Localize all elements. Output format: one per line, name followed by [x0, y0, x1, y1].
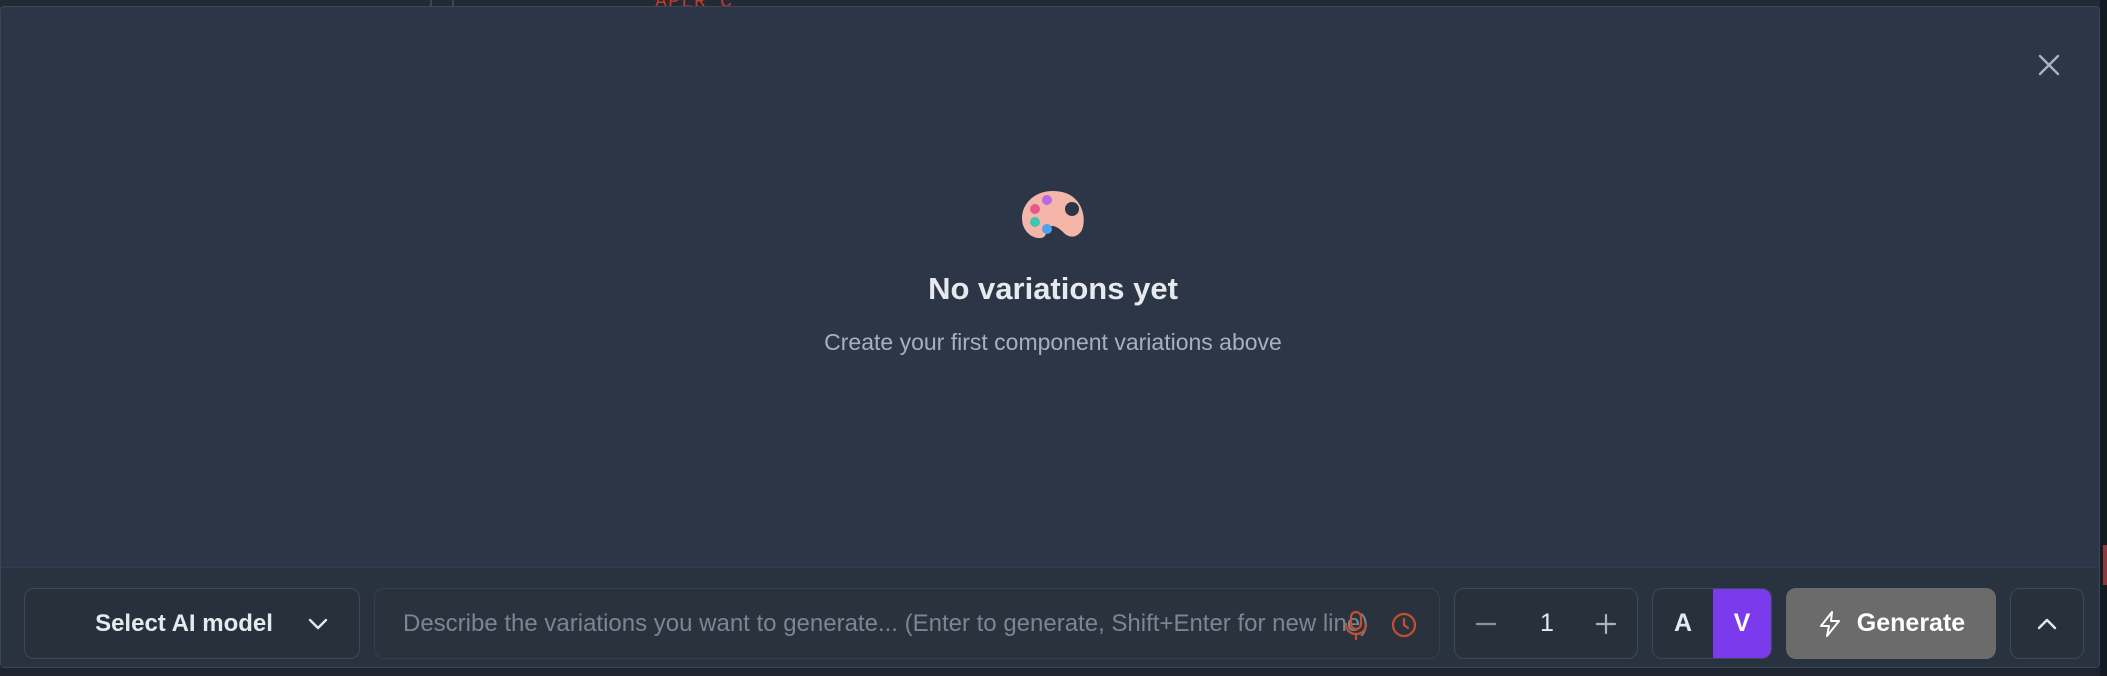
variation-count-stepper: 1: [1454, 588, 1638, 659]
variations-panel: No variations yet Create your first comp…: [0, 6, 2100, 668]
mode-v-button[interactable]: V: [1712, 589, 1771, 658]
generate-button-label: Generate: [1856, 609, 1966, 637]
empty-state: No variations yet Create your first comp…: [753, 187, 1353, 356]
generation-toolbar: Select AI model Describe the variations …: [1, 567, 2099, 667]
microphone-button[interactable]: [1341, 609, 1371, 641]
rail-marker: [2103, 545, 2107, 585]
prompt-container: [374, 588, 1440, 659]
ai-model-select-label: Select AI model: [95, 609, 273, 637]
variation-count-value: 1: [1540, 609, 1554, 637]
history-button[interactable]: [1389, 609, 1419, 641]
right-scroll-rail: [2100, 0, 2107, 676]
close-icon: [2038, 54, 2060, 76]
collapse-button[interactable]: [2010, 588, 2084, 659]
minus-icon: [1475, 622, 1497, 626]
lightning-icon: [1819, 610, 1840, 637]
microphone-icon: [1344, 610, 1368, 641]
plus-icon: [1595, 613, 1617, 635]
increment-button[interactable]: [1589, 607, 1623, 641]
empty-state-subtitle: Create your first component variations a…: [824, 329, 1282, 355]
generate-button[interactable]: Generate: [1786, 588, 1996, 659]
chevron-down-icon: [308, 618, 328, 629]
empty-state-title: No variations yet: [928, 271, 1178, 306]
prompt-input[interactable]: [403, 589, 1373, 658]
close-button[interactable]: [2029, 45, 2069, 85]
mode-a-button[interactable]: A: [1653, 589, 1713, 658]
mode-toggle: A V: [1652, 588, 1772, 659]
decrement-button[interactable]: [1469, 607, 1503, 641]
ai-model-select[interactable]: Select AI model: [24, 588, 360, 659]
chevron-up-icon: [2037, 618, 2057, 629]
clock-icon: [1391, 612, 1417, 638]
palette-icon: [1022, 191, 1084, 239]
